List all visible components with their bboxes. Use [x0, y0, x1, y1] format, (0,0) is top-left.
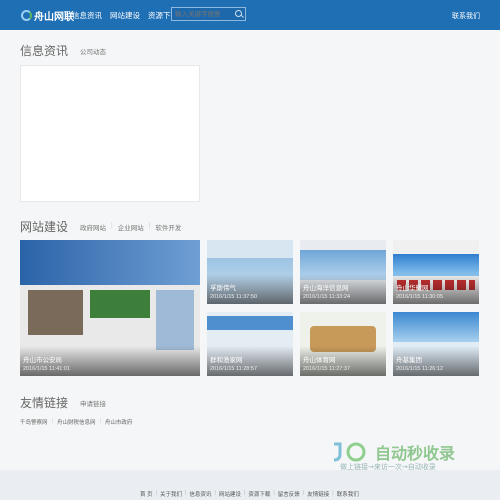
portfolio-tile[interactable]: 舟山体育网 2016/1/15 11:27:37 [300, 312, 386, 376]
watermark-title: 自动秒收录 [375, 444, 456, 463]
divider: | [273, 490, 275, 496]
logo-text: 舟山网联 [34, 12, 74, 23]
search-input[interactable] [175, 9, 235, 20]
portfolio-tile[interactable]: 舟山海洋信息网 2016/1/15 11:33:24 [300, 240, 386, 304]
nav-news[interactable]: 信息资讯 [72, 10, 102, 21]
tile-date: 2016/1/15 11:28:57 [210, 366, 257, 372]
tile-date: 2016/1/15 11:27:37 [303, 366, 350, 372]
build-subtabs: 政府网站 | 企业网站 | 软件开发 [80, 222, 181, 232]
thumb-banner [207, 316, 293, 330]
divider: | [148, 222, 151, 229]
friends-section-title[interactable]: 友情链接 [20, 394, 68, 411]
divider: | [243, 490, 246, 496]
tile-caption: 舟山体育网 [303, 357, 336, 364]
divider: | [155, 490, 157, 496]
logo-icon [21, 10, 32, 21]
friend-link[interactable]: 舟山财税信息网 [57, 418, 96, 426]
footer-links: 首 页 | 关于我们 | 信息资讯 | 网站建设 | 资源下载 | 留言反馈 |… [140, 490, 359, 498]
thumb-photo [28, 290, 83, 335]
subtab-enterprise[interactable]: 企业网站 [118, 222, 144, 232]
footer-link-about[interactable]: 关于我们 [160, 490, 182, 498]
footer-link-feedback[interactable]: 留言反馈 [278, 490, 300, 498]
portfolio-tile[interactable]: 孚斯伟气 2016/1/15 11:37:50 [207, 240, 293, 304]
footer-link-download[interactable]: 资源下载 [248, 490, 270, 498]
tile-date: 2016/1/15 11:41:01 [23, 366, 70, 372]
thumb-photo [90, 290, 150, 318]
nav-build[interactable]: 网站建设 [110, 10, 140, 21]
portfolio-tile[interactable]: 群和渔家网 2016/1/15 11:28:57 [207, 312, 293, 376]
chevron-right-icon: › [64, 219, 68, 231]
thumb-photo [156, 290, 194, 350]
site-logo[interactable]: 舟山网联 [21, 8, 74, 23]
tile-date: 2016/1/15 11:26:12 [396, 366, 443, 372]
divider: | [184, 490, 187, 496]
chevron-right-icon: › [64, 43, 68, 55]
portfolio-tile[interactable]: 舟山华耀网 2016/1/15 11:30:05 [393, 240, 479, 304]
footer: 首 页 | 关于我们 | 信息资讯 | 网站建设 | 资源下载 | 留言反馈 |… [0, 470, 500, 500]
divider: | [111, 222, 113, 229]
build-section-title[interactable]: 网站建设 [20, 218, 68, 235]
tile-date: 2016/1/15 11:30:05 [396, 294, 443, 300]
tile-caption: 舟基集团 [396, 357, 422, 364]
tile-caption: 舟山海洋信息网 [303, 285, 349, 292]
tile-caption: 孚斯伟气 [210, 285, 236, 292]
tile-caption: 群和渔家网 [210, 357, 243, 364]
footer-link-friends[interactable]: 友情链接 [307, 490, 329, 498]
news-content-panel [20, 65, 200, 202]
search-box [171, 7, 246, 21]
divider: | [332, 490, 334, 496]
contact-link[interactable]: 联系我们 [452, 11, 480, 21]
news-subtabs: 公司动态 [80, 46, 106, 56]
divider: | [51, 418, 53, 424]
divider: | [302, 490, 305, 496]
divider: | [214, 490, 216, 496]
thumb-banner [393, 312, 479, 342]
portfolio-tile[interactable]: 舟山市公安局 2016/1/15 11:41:01 [20, 240, 200, 376]
footer-link-news[interactable]: 信息资讯 [189, 490, 211, 498]
friends-subtabs: 申请链接 [80, 398, 106, 408]
thumb-banner [393, 254, 479, 276]
thumb-banner [20, 240, 200, 285]
watermark-logo-icon [333, 442, 366, 462]
subtab-company-news[interactable]: 公司动态 [80, 46, 106, 56]
tile-caption: 舟山华耀网 [396, 285, 429, 292]
tile-date: 2016/1/15 11:37:50 [210, 294, 257, 300]
footer-link-build[interactable]: 网站建设 [219, 490, 241, 498]
subtab-government[interactable]: 政府网站 [80, 222, 106, 232]
footer-link-contact[interactable]: 联系我们 [337, 490, 359, 498]
friend-link[interactable]: 舟山市政府 [105, 418, 133, 426]
top-bar: 舟山网联 信息资讯 网站建设 资源下载 联系我们 [0, 0, 500, 30]
search-icon[interactable] [235, 10, 242, 17]
subtab-software[interactable]: 软件开发 [155, 222, 181, 232]
tile-date: 2016/1/15 11:33:24 [303, 294, 350, 300]
subtab-apply-link[interactable]: 申请链接 [80, 398, 106, 408]
chevron-right-icon: › [64, 395, 68, 407]
main-nav: 信息资讯 网站建设 资源下载 [72, 10, 186, 21]
portfolio-tile[interactable]: 舟基集团 2016/1/15 11:26:12 [393, 312, 479, 376]
news-section-title[interactable]: 信息资讯 [20, 42, 68, 59]
friend-links: 千岛警察网 | 舟山财税信息网 | 舟山市政府 [20, 418, 132, 426]
friend-link[interactable]: 千岛警察网 [20, 418, 48, 426]
footer-link-home[interactable]: 首 页 [140, 490, 153, 498]
divider: | [99, 418, 101, 424]
tile-caption: 舟山市公安局 [23, 357, 62, 364]
